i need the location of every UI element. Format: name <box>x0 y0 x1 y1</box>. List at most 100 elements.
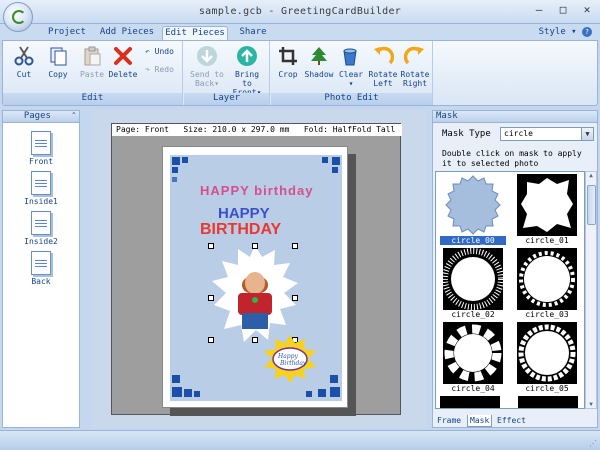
selection-handle[interactable] <box>292 243 298 249</box>
canvas[interactable]: Page: Front Size: 210.0 x 297.0 mm Fold:… <box>111 123 402 416</box>
mask-thumbnail-partial[interactable] <box>440 396 500 408</box>
rotate-left-label: Rotate <box>368 70 398 79</box>
scroll-down-icon[interactable]: ▼ <box>586 401 596 408</box>
tab-share[interactable]: Share <box>234 26 272 40</box>
send-to-back-button[interactable]: Send to Back▾ <box>188 45 226 88</box>
mask-thumbnail[interactable]: circle_04 <box>440 322 506 393</box>
page-item-inside2[interactable]: Inside2 <box>3 211 79 246</box>
scroll-up-icon[interactable]: ▲ <box>586 172 596 179</box>
copy-button[interactable]: Copy <box>41 45 75 79</box>
page-label: Front <box>28 157 54 166</box>
group-layer: Send to Back▾ Bring to Front▾ Layer <box>184 41 270 105</box>
scrollbar-thumb[interactable] <box>587 185 596 225</box>
title-bar: sample.gcb - GreetingCardBuilder – □ ✕ <box>0 0 600 24</box>
page-item-inside1[interactable]: Inside1 <box>3 171 79 206</box>
selection-handle[interactable] <box>208 337 214 343</box>
group-edit: Cut Copy Paste Delete ↶ Undo ↷ Redo Edit <box>3 41 183 105</box>
mask-panel: Mask Mask Type circle ▼ Double click on m… <box>432 110 598 428</box>
window-title: sample.gcb - GreetingCardBuilder <box>198 6 402 17</box>
tab-project[interactable]: Project <box>46 26 88 40</box>
rotate-handle[interactable] <box>252 297 258 303</box>
redo-button[interactable]: ↷ Redo <box>145 65 174 74</box>
bring-to-front-label: Bring to <box>234 70 260 88</box>
mask-thumbnail[interactable]: circle_02 <box>440 248 506 319</box>
mask-thumbnail-label: circle_01 <box>525 236 569 245</box>
mask-thumbnail[interactable]: circle_05 <box>514 322 580 393</box>
mask-description: Double click on mask to apply it to sele… <box>442 149 582 168</box>
maximize-button[interactable]: □ <box>556 3 570 16</box>
send-to-back-label: Send to <box>190 70 224 79</box>
page-thumbnail-icon <box>31 131 51 155</box>
mask-type-label: Mask Type <box>442 129 491 139</box>
close-button[interactable]: ✕ <box>580 3 594 16</box>
mask-thumbnail-label: circle_00 <box>440 236 506 245</box>
group-label-photo-edit: Photo Edit <box>271 93 432 105</box>
redo-icon: ↷ <box>145 65 150 74</box>
style-menu[interactable]: Style ▾ ? <box>539 27 592 37</box>
selection-handle[interactable] <box>252 243 258 249</box>
copy-label: Copy <box>48 70 68 79</box>
undo-label: Undo <box>154 47 174 56</box>
tab-add-pieces[interactable]: Add Pieces <box>96 26 158 40</box>
crop-button[interactable]: Crop <box>273 45 303 79</box>
paste-button[interactable]: Paste <box>75 45 109 79</box>
group-label-edit: Edit <box>3 93 182 105</box>
delete-icon <box>114 47 132 65</box>
mask-thumbnail[interactable]: circle_03 <box>514 248 580 319</box>
delete-label: Delete <box>108 70 138 79</box>
mask-thumbnail[interactable]: circle_00 <box>440 174 506 245</box>
page-label: Back <box>31 277 51 286</box>
page-item-back[interactable]: Back <box>3 251 79 286</box>
group-label-layer: Layer <box>184 93 269 105</box>
tab-mask[interactable]: Mask <box>467 415 493 427</box>
card-text-line1: HAPPY birthday <box>200 183 314 198</box>
page-label: Inside2 <box>24 237 58 246</box>
mask-thumbnail-partial[interactable] <box>518 396 578 408</box>
status-bar: ⋰ <box>0 430 600 450</box>
minimize-button[interactable]: – <box>532 3 546 16</box>
mask-list-scrollbar[interactable]: ▲ ▼ <box>585 171 597 409</box>
selection-handle[interactable] <box>252 337 258 343</box>
crop-label: Crop <box>278 70 298 79</box>
selection-handle[interactable] <box>208 295 214 301</box>
mask-preview <box>443 174 503 236</box>
shadow-button[interactable]: Shadow <box>303 45 335 79</box>
selection-handle[interactable] <box>208 243 214 249</box>
paste-icon <box>84 46 101 66</box>
selection-handle[interactable] <box>292 295 298 301</box>
rotate-right-button[interactable]: Rotate Right <box>399 45 431 88</box>
chevron-down-icon[interactable]: ▼ <box>581 128 593 140</box>
undo-button[interactable]: ↶ Undo <box>145 47 174 56</box>
page-label: Inside1 <box>24 197 58 206</box>
tab-frame[interactable]: Frame <box>437 415 461 427</box>
cut-button[interactable]: Cut <box>7 45 41 79</box>
mask-thumbnail[interactable]: circle_01 <box>514 174 580 245</box>
rotate-left-button[interactable]: Rotate Left <box>367 45 399 88</box>
style-menu-label: Style <box>538 27 566 37</box>
mask-thumbnail-label: circle_04 <box>451 384 495 393</box>
page-thumbnail-icon <box>31 251 51 275</box>
resize-grip-icon[interactable]: ⋰ <box>589 439 597 448</box>
group-photo-edit: Crop Shadow Clear ▾ Rotate Left Rotate Ri… <box>271 41 433 105</box>
delete-button[interactable]: Delete <box>106 45 140 79</box>
copy-icon <box>50 47 67 66</box>
bring-to-front-button[interactable]: Bring to Front▾ <box>228 45 266 97</box>
clear-button[interactable]: Clear ▾ <box>335 45 367 88</box>
tab-edit-pieces[interactable]: Edit Pieces <box>162 26 228 40</box>
card-page[interactable]: HAPPY birthday HAPPY BIRTHDAY Happy Birt… <box>162 146 348 408</box>
mask-preview <box>517 322 577 384</box>
pin-icon[interactable]: ⌃ <box>72 111 76 119</box>
page-item-front[interactable]: Front <box>3 131 79 166</box>
rotate-left-label-2: Left <box>373 79 393 88</box>
card-artwork[interactable]: HAPPY birthday HAPPY BIRTHDAY Happy Birt… <box>170 155 342 401</box>
rotate-right-icon <box>404 46 424 65</box>
help-icon[interactable]: ? <box>582 27 592 37</box>
chevron-down-icon: ▾ <box>571 27 577 37</box>
mask-thumbnail-list[interactable]: circle_00 circle_01 circle_02 circle_03 … <box>435 171 585 409</box>
mask-type-select[interactable]: circle ▼ <box>500 127 594 141</box>
tab-effect[interactable]: Effect <box>497 415 526 427</box>
page-thumbnail-icon <box>31 171 51 195</box>
app-menu-button[interactable] <box>3 2 33 32</box>
mask-thumbnail-label: circle_02 <box>451 310 495 319</box>
mask-preview <box>443 248 503 310</box>
